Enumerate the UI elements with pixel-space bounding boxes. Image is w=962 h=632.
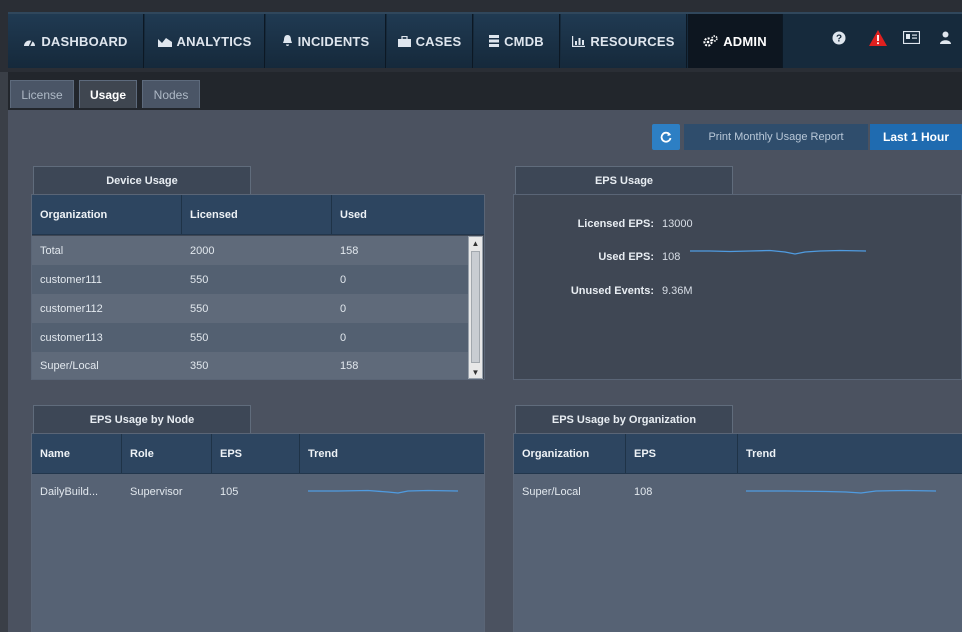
table-row[interactable]: customer112 550 0 bbox=[32, 294, 468, 323]
column-header-role[interactable]: Role bbox=[122, 434, 212, 473]
device-usage-title: Device Usage bbox=[33, 166, 251, 194]
nav-tab-dashboard[interactable]: DASHBOARD bbox=[8, 14, 144, 68]
cell-licensed: 550 bbox=[190, 331, 209, 344]
nav-tab-label: ANALYTICS bbox=[176, 33, 252, 49]
nav-tab-cases[interactable]: CASES bbox=[387, 14, 473, 68]
cell-role: Supervisor bbox=[130, 485, 183, 498]
user-icon[interactable] bbox=[940, 31, 951, 44]
eps-by-node-title: EPS Usage by Node bbox=[33, 405, 251, 433]
column-header-eps[interactable]: EPS bbox=[212, 434, 300, 473]
scroll-down-arrow-icon[interactable]: ▼ bbox=[469, 366, 482, 378]
cell-used: 158 bbox=[340, 359, 359, 372]
analytics-icon bbox=[157, 37, 172, 47]
cell-licensed: 550 bbox=[190, 273, 209, 286]
used-eps-label: Used EPS: bbox=[598, 251, 654, 263]
nav-tab-resources[interactable]: RESOURCES bbox=[561, 14, 687, 68]
cell-organization: Total bbox=[40, 244, 64, 257]
nav-tab-label: CASES bbox=[415, 33, 462, 49]
cell-name: DailyBuild... bbox=[40, 485, 99, 498]
bar-chart-icon bbox=[572, 35, 586, 47]
cell-trend bbox=[300, 477, 484, 506]
eps-by-org-header: Organization EPS Trend bbox=[514, 434, 962, 474]
nav-tab-incidents[interactable]: INCIDENTS bbox=[266, 14, 386, 68]
nav-tab-label: CMDB bbox=[504, 33, 544, 49]
nav-tab-label: INCIDENTS bbox=[297, 33, 370, 49]
nav-tab-label: DASHBOARD bbox=[41, 33, 128, 49]
device-usage-header: Organization Licensed Used bbox=[32, 195, 484, 235]
column-header-eps[interactable]: EPS bbox=[626, 434, 738, 473]
table-row[interactable]: Super/Local 350 158 bbox=[32, 352, 468, 379]
org-trend-sparkline bbox=[746, 489, 936, 494]
tab-nodes[interactable]: Nodes bbox=[142, 80, 200, 108]
scroll-up-arrow-icon[interactable]: ▲ bbox=[469, 237, 482, 249]
eps-by-org-title: EPS Usage by Organization bbox=[515, 405, 733, 433]
scrollbar-thumb[interactable] bbox=[471, 251, 480, 363]
cell-used: 158 bbox=[340, 244, 359, 257]
unused-events-value: 9.36M bbox=[662, 285, 693, 297]
eps-by-node-header: Name Role EPS Trend bbox=[32, 434, 484, 474]
svg-text:?: ? bbox=[836, 34, 842, 45]
used-eps-value: 108 bbox=[662, 251, 681, 263]
time-period-button[interactable]: Last 1 Hour bbox=[870, 124, 962, 150]
tab-license[interactable]: License bbox=[10, 80, 74, 108]
licensed-eps-label: Licensed EPS: bbox=[577, 218, 654, 230]
table-row[interactable]: customer111 550 0 bbox=[32, 265, 468, 294]
node-trend-sparkline bbox=[308, 489, 458, 494]
cell-used: 0 bbox=[340, 302, 347, 315]
unused-events-label: Unused Events: bbox=[570, 285, 654, 297]
cell-trend bbox=[738, 477, 962, 506]
tab-usage[interactable]: Usage bbox=[79, 80, 137, 108]
cell-organization: Super/Local bbox=[40, 359, 99, 372]
cell-licensed: 2000 bbox=[190, 244, 215, 257]
table-row[interactable]: Total 2000 158 bbox=[32, 236, 468, 265]
cell-used: 0 bbox=[340, 331, 347, 344]
cell-eps: 105 bbox=[220, 485, 239, 498]
nav-tab-cmdb[interactable]: CMDB bbox=[474, 14, 560, 68]
briefcase-icon bbox=[397, 35, 411, 47]
column-header-organization[interactable]: Organization bbox=[32, 195, 182, 234]
id-card-icon[interactable] bbox=[903, 31, 920, 44]
eps-usage-title: EPS Usage bbox=[515, 166, 733, 194]
refresh-icon bbox=[660, 131, 672, 143]
nav-tab-label: RESOURCES bbox=[590, 33, 675, 49]
column-header-organization[interactable]: Organization bbox=[514, 434, 626, 473]
cell-licensed: 350 bbox=[190, 359, 209, 372]
column-header-licensed[interactable]: Licensed bbox=[182, 195, 332, 234]
cell-licensed: 550 bbox=[190, 302, 209, 315]
refresh-button[interactable] bbox=[652, 124, 680, 150]
table-row[interactable]: customer113 550 0 bbox=[32, 323, 468, 352]
column-header-name[interactable]: Name bbox=[32, 434, 122, 473]
used-eps-sparkline bbox=[690, 249, 866, 255]
bell-icon bbox=[282, 35, 292, 46]
alert-icon[interactable] bbox=[869, 30, 887, 46]
nav-tab-label: ADMIN bbox=[723, 33, 767, 49]
database-icon bbox=[489, 35, 500, 47]
cell-organization: Super/Local bbox=[522, 485, 581, 498]
gears-icon bbox=[703, 35, 718, 47]
cell-organization: customer111 bbox=[40, 273, 102, 286]
help-icon[interactable]: ? bbox=[832, 31, 846, 45]
table-row[interactable]: DailyBuild... Supervisor 105 bbox=[32, 477, 484, 506]
dashboard-icon bbox=[24, 40, 36, 46]
column-header-used[interactable]: Used bbox=[332, 195, 484, 234]
cell-organization: customer113 bbox=[40, 331, 103, 344]
table-row[interactable]: Super/Local 108 bbox=[514, 477, 962, 506]
column-header-trend[interactable]: Trend bbox=[300, 434, 484, 473]
cell-used: 0 bbox=[340, 273, 347, 286]
licensed-eps-value: 13000 bbox=[662, 218, 693, 230]
nav-tab-admin[interactable]: ADMIN bbox=[688, 14, 783, 68]
cell-organization: customer112 bbox=[40, 302, 103, 315]
cell-eps: 108 bbox=[634, 485, 653, 498]
nav-tab-analytics[interactable]: ANALYTICS bbox=[145, 14, 265, 68]
device-usage-scrollbar[interactable]: ▲ ▼ bbox=[468, 236, 483, 379]
print-monthly-usage-report-button[interactable]: Print Monthly Usage Report bbox=[684, 124, 868, 150]
column-header-trend[interactable]: Trend bbox=[738, 434, 962, 473]
